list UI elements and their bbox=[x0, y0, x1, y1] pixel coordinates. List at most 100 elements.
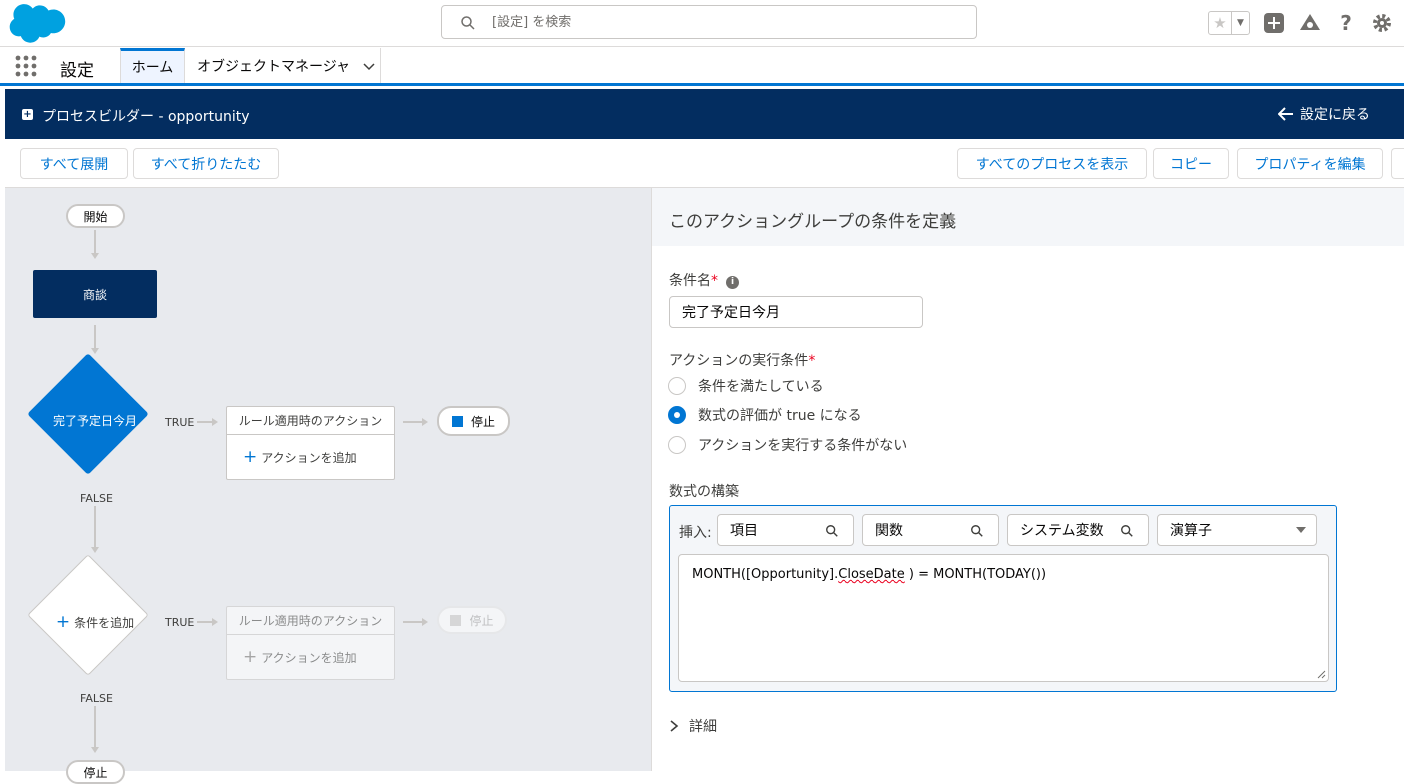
chevron-right-icon bbox=[670, 720, 679, 732]
radio-label: 数式の評価が true になる bbox=[698, 408, 862, 424]
true-label: TRUE bbox=[165, 416, 195, 429]
header-icons: ★ ▼ ? bbox=[1208, 9, 1394, 37]
criteria-name-field[interactable]: 完了予定日今月 bbox=[669, 296, 923, 328]
search-icon bbox=[461, 16, 475, 30]
connector bbox=[403, 421, 423, 423]
plus-icon: + bbox=[55, 612, 71, 632]
copy-button[interactable]: コピー bbox=[1153, 148, 1229, 179]
arrow-down-icon bbox=[91, 747, 99, 753]
connector bbox=[403, 621, 423, 623]
details-label: 詳細 bbox=[689, 719, 717, 735]
immediate-actions-box: ルール適用時のアクション + アクションを追加 bbox=[226, 406, 395, 480]
insert-function-picker[interactable]: 関数 bbox=[862, 514, 999, 546]
panel-title: このアクショングループの条件を定義 bbox=[669, 212, 957, 232]
star-icon[interactable]: ★ bbox=[1209, 12, 1231, 34]
stop-icon bbox=[450, 614, 462, 626]
connector bbox=[94, 506, 96, 548]
required-marker: * bbox=[808, 353, 816, 369]
immediate-actions-title: ルール適用時のアクション bbox=[227, 407, 394, 435]
add-action-label: アクションを追加 bbox=[261, 650, 357, 665]
radio-label: アクションを実行する条件がない bbox=[698, 438, 908, 454]
immediate-actions-title: ルール適用時のアクション bbox=[227, 607, 394, 635]
picker-label: 項目 bbox=[730, 523, 758, 539]
execute-condition-label-text: アクションの実行条件 bbox=[669, 353, 809, 369]
false-label: FALSE bbox=[80, 692, 113, 705]
formula-text: ) = MONTH(TODAY()) bbox=[904, 567, 1047, 582]
arrow-right-icon bbox=[212, 618, 218, 626]
radio-formula-true[interactable]: 数式の評価が true になる bbox=[668, 405, 862, 425]
radio-no-criteria[interactable]: アクションを実行する条件がない bbox=[668, 435, 907, 455]
app-launcher-icon[interactable] bbox=[15, 55, 37, 77]
details-toggle[interactable]: 詳細 bbox=[669, 716, 717, 736]
formula-text: MONTH([Opportunity]. bbox=[692, 567, 839, 582]
dropdown-caret-icon bbox=[1296, 527, 1306, 533]
tab-object-manager[interactable]: オブジェクトマネージャ bbox=[185, 48, 381, 83]
formula-builder: 挿入: 項目 関数 システム変数 演算子 MONTH([Opportunity]… bbox=[669, 505, 1337, 692]
salesforce-logo[interactable] bbox=[8, 2, 68, 44]
search-icon bbox=[971, 525, 983, 537]
formula-textarea[interactable]: MONTH([Opportunity].CloseDate ) = MONTH(… bbox=[678, 554, 1329, 682]
insert-field-picker[interactable]: 項目 bbox=[717, 514, 854, 546]
criteria-panel: このアクショングループの条件を定義 条件名* i 完了予定日今月 アクションの実行… bbox=[651, 188, 1404, 771]
start-node: 開始 bbox=[66, 204, 125, 228]
more-button[interactable] bbox=[1391, 148, 1404, 179]
global-search[interactable] bbox=[441, 5, 977, 39]
radio-button[interactable] bbox=[668, 436, 686, 454]
insert-operator-select[interactable]: 演算子 bbox=[1157, 514, 1317, 546]
edit-properties-button[interactable]: プロパティを編集 bbox=[1237, 148, 1383, 179]
chevron-down-icon[interactable] bbox=[362, 59, 376, 73]
add-action-label: アクションを追加 bbox=[261, 450, 357, 465]
criteria-name-label-text: 条件名 bbox=[669, 273, 711, 289]
radio-button[interactable] bbox=[668, 406, 686, 424]
process-icon: + bbox=[22, 109, 33, 120]
tab-object-manager-label: オブジェクトマネージャ bbox=[197, 58, 351, 75]
criteria-name: 完了予定日今月 bbox=[52, 413, 137, 428]
back-to-setup-link[interactable]: 設定に戻る bbox=[1278, 104, 1370, 124]
radio-conditions-met[interactable]: 条件を満たしている bbox=[668, 376, 824, 396]
favorites-button[interactable]: ★ ▼ bbox=[1208, 11, 1250, 35]
tab-home[interactable]: ホーム bbox=[120, 48, 185, 83]
stop-icon bbox=[451, 415, 463, 427]
stop-label: 停止 bbox=[469, 613, 494, 628]
insert-label: 挿入: bbox=[679, 525, 712, 541]
add-criteria-label: 条件を追加 bbox=[74, 615, 135, 630]
resize-handle-icon[interactable] bbox=[1317, 670, 1326, 679]
back-to-setup-label: 設定に戻る bbox=[1300, 107, 1370, 123]
arrow-down-icon bbox=[91, 547, 99, 553]
global-actions-icon[interactable] bbox=[1262, 11, 1286, 35]
arrow-down-icon bbox=[91, 348, 99, 354]
trailhead-icon[interactable] bbox=[1298, 11, 1322, 35]
toolbar: すべて展開 すべて折りたたむ すべてのプロセスを表示 コピー プロパティを編集 bbox=[5, 139, 1404, 188]
execute-condition-label: アクションの実行条件* bbox=[669, 350, 815, 370]
chevron-down-icon[interactable]: ▼ bbox=[1231, 12, 1249, 34]
picker-label: 演算子 bbox=[1170, 523, 1212, 539]
stop-label: 停止 bbox=[470, 414, 495, 429]
info-icon[interactable]: i bbox=[726, 276, 739, 289]
view-all-processes-button[interactable]: すべてのプロセスを表示 bbox=[957, 148, 1147, 179]
add-action-button[interactable]: + アクションを追加 bbox=[227, 435, 394, 479]
search-icon bbox=[1121, 525, 1133, 537]
formula-builder-label: 数式の構築 bbox=[669, 484, 739, 500]
add-criteria-button[interactable]: + 条件を追加 bbox=[33, 611, 157, 633]
insert-system-variable-picker[interactable]: システム変数 bbox=[1007, 514, 1149, 546]
expand-all-button[interactable]: すべて展開 bbox=[20, 148, 128, 179]
collapse-all-button[interactable]: すべて折りたたむ bbox=[133, 148, 279, 179]
radio-label: 条件を満たしている bbox=[698, 379, 824, 395]
object-node[interactable]: 商談 bbox=[33, 270, 157, 318]
search-input[interactable] bbox=[492, 12, 962, 32]
required-marker: * bbox=[711, 273, 718, 289]
gear-icon[interactable] bbox=[1370, 11, 1394, 35]
help-icon[interactable]: ? bbox=[1334, 11, 1358, 35]
plus-icon: + bbox=[243, 447, 258, 467]
radio-button[interactable] bbox=[668, 377, 686, 395]
stop-node: 停止 bbox=[437, 406, 510, 436]
global-header: ★ ▼ ? bbox=[0, 0, 1404, 47]
plus-icon: + bbox=[243, 647, 258, 667]
criteria-name-label: 条件名* i bbox=[669, 270, 739, 290]
panel-header: このアクショングループの条件を定義 bbox=[652, 188, 1404, 246]
picker-label: 関数 bbox=[875, 523, 903, 539]
search-icon bbox=[826, 525, 838, 537]
connector bbox=[197, 421, 213, 423]
connector bbox=[94, 230, 96, 254]
arrow-right-icon bbox=[212, 418, 218, 426]
